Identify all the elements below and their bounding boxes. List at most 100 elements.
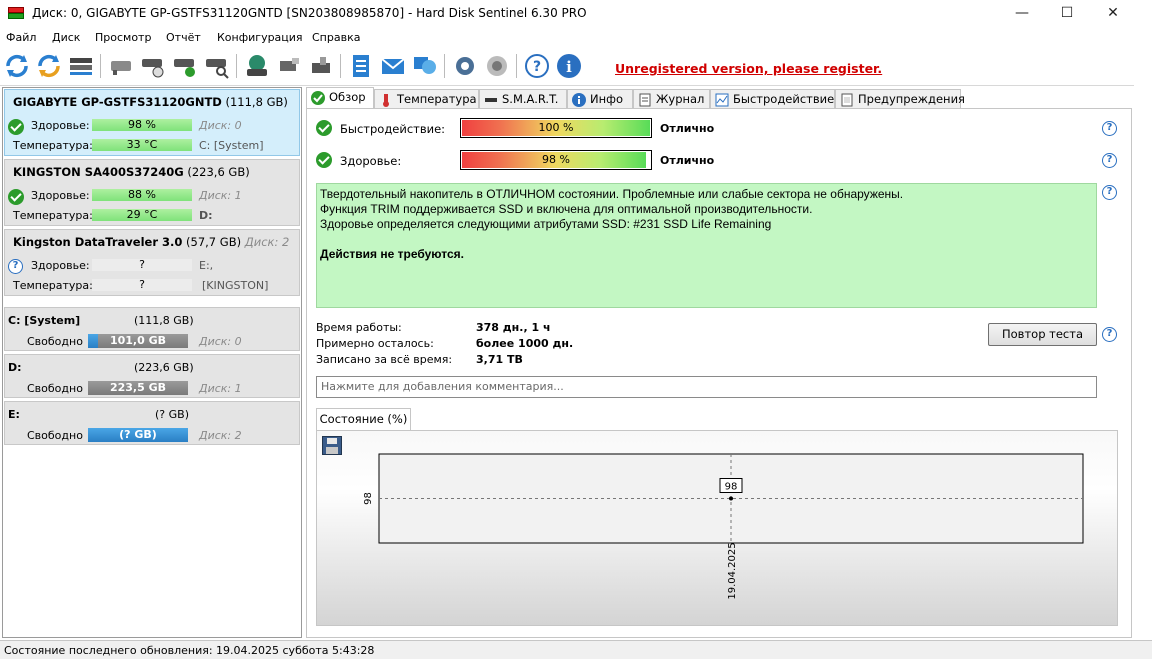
partition-card-c[interactable]: C: [System] (111,8 GB) Свободно 101,0 GB… [4, 307, 300, 351]
partition-name: D: [8, 361, 22, 374]
toolbar-separator [236, 54, 237, 78]
disk-search-icon[interactable] [204, 53, 230, 79]
partition-name: C: [System] [8, 314, 81, 327]
health-chart: 98 98 19.04.2025 [363, 453, 1084, 600]
disk-card-1[interactable]: KINGSTON SA400S37240G (223,6 GB) Здоровь… [4, 159, 300, 226]
toolbar: ? i Unregistered version, please registe… [0, 48, 1134, 86]
register-link[interactable]: Unregistered version, please register. [615, 61, 882, 76]
comment-field[interactable]: Нажмите для добавления комментария... [316, 376, 1097, 398]
partition-disk: Диск: 1 [199, 382, 242, 395]
disk-size: (223,6 GB) [187, 165, 250, 179]
minimize-button[interactable]: — [999, 0, 1045, 26]
drive-letter: D: [199, 209, 213, 222]
tab-overview[interactable]: Обзор [306, 87, 374, 109]
help-icon[interactable]: ? [1102, 121, 1117, 136]
drive-letter: E:, [199, 259, 214, 272]
info-icon[interactable]: i [556, 53, 582, 79]
health-meter: 98 % [460, 150, 652, 170]
usb-disk-icon[interactable] [276, 53, 302, 79]
status-bar: Состояние последнего обновления: 19.04.2… [0, 640, 1152, 659]
performance-ok-icon [316, 120, 332, 136]
alerts-icon [841, 93, 853, 107]
disk-card-0[interactable]: GIGABYTE GP-GSTFS31120GNTD (111,8 GB) Зд… [4, 89, 300, 156]
tab-performance[interactable]: Быстродействие [710, 89, 835, 109]
svg-text:?: ? [533, 59, 541, 75]
partition-card-d[interactable]: D: (223,6 GB) Свободно 223,5 GB Диск: 1 [4, 354, 300, 398]
email-icon[interactable] [380, 53, 406, 79]
thermometer-icon [383, 94, 389, 107]
disk-ok-icon[interactable] [172, 53, 198, 79]
partition-name: E: [8, 408, 20, 421]
info-line: Здоровье определяется следующими атрибут… [320, 217, 772, 231]
free-space-bar: (? GB) [88, 428, 188, 442]
tab-label: Журнал [656, 92, 705, 106]
uptime-label: Время работы: [316, 321, 402, 334]
drive-label: [KINGSTON] [202, 279, 269, 292]
refresh-all-icon[interactable] [36, 53, 62, 79]
smart-icon [485, 98, 497, 102]
menu-view[interactable]: Просмотр [95, 31, 151, 44]
report-icon[interactable] [348, 53, 374, 79]
health-label: Здоровье: [340, 154, 402, 168]
disk-name: GIGABYTE GP-GSTFS31120GNTD [13, 95, 222, 109]
refresh-icon[interactable] [4, 53, 30, 79]
sound-icon[interactable] [484, 53, 510, 79]
used-space-fill [88, 334, 98, 348]
drive-letter: C: [System] [199, 139, 264, 152]
maximize-button[interactable]: ☐ [1044, 0, 1090, 26]
disk-list-icon[interactable] [68, 53, 94, 79]
menu-configuration[interactable]: Конфигурация [217, 31, 303, 44]
point-label: 98 [725, 482, 738, 493]
health-ok-icon [8, 119, 24, 135]
menu-disk[interactable]: Диск [52, 31, 80, 44]
main-tabs: Обзор Температура S.M.A.R.T. Инфо Журнал… [306, 87, 1132, 109]
free-space-value: (? GB) [119, 428, 157, 441]
help-icon[interactable]: ? [524, 53, 550, 79]
partition-card-e[interactable]: E: (? GB) Свободно (? GB) Диск: 2 [4, 401, 300, 445]
temperature-label: Температура: [13, 139, 93, 152]
help-icon[interactable]: ? [1102, 185, 1117, 200]
settings-gear-icon[interactable] [452, 53, 478, 79]
disk-card-2[interactable]: Kingston DataTraveler 3.0 (57,7 GB) Диск… [4, 229, 300, 296]
close-button[interactable]: ✕ [1090, 0, 1136, 26]
performance-meter: 100 % [460, 118, 652, 138]
performance-rating: Отлично [660, 122, 715, 135]
tab-temperature[interactable]: Температура [374, 89, 479, 109]
info-action: Действия не требуются. [320, 247, 464, 261]
tab-log[interactable]: Журнал [633, 89, 710, 109]
disk-schedule-icon[interactable] [140, 53, 166, 79]
disk-index: Диск: 1 [199, 189, 242, 202]
tab-smart[interactable]: S.M.A.R.T. [479, 89, 567, 109]
tab-alerts[interactable]: Предупреждения [835, 89, 965, 109]
chart-icon [715, 93, 729, 107]
tab-info[interactable]: Инфо [567, 89, 633, 109]
partition-disk: Диск: 0 [199, 335, 242, 348]
tab-health-history[interactable]: Состояние (%) [316, 408, 411, 431]
retest-button[interactable]: Повтор теста [988, 323, 1097, 346]
toolbar-separator [516, 54, 517, 78]
menu-help[interactable]: Справка [312, 31, 360, 44]
external-disk-icon[interactable] [308, 53, 334, 79]
tab-label: S.M.A.R.T. [502, 92, 559, 106]
web-report-icon[interactable] [412, 53, 438, 79]
svg-text:i: i [566, 58, 572, 76]
disk-icon[interactable] [108, 53, 134, 79]
help-icon[interactable]: ? [1102, 327, 1117, 342]
performance-value: 100 % [538, 121, 574, 134]
tab-label: Предупреждения [858, 92, 965, 106]
disk-name: KINGSTON SA400S37240G [13, 165, 184, 179]
disk-panel: GIGABYTE GP-GSTFS31120GNTD (111,8 GB) Зд… [2, 87, 302, 638]
health-bar: ? [92, 259, 192, 271]
menu-file[interactable]: Файл [6, 31, 36, 44]
health-bar: 98 % [92, 119, 192, 131]
partition-size: (? GB) [155, 408, 189, 421]
menu-report[interactable]: Отчёт [166, 31, 201, 44]
info-line: Функция TRIM поддерживается SSD и включе… [320, 202, 813, 216]
network-disk-icon[interactable] [244, 53, 270, 79]
health-label: Здоровье: [31, 119, 90, 132]
help-icon[interactable]: ? [1102, 153, 1117, 168]
partition-size: (111,8 GB) [134, 314, 194, 327]
data-point [729, 496, 733, 501]
x-tick-label: 19.04.2025 [727, 542, 738, 599]
